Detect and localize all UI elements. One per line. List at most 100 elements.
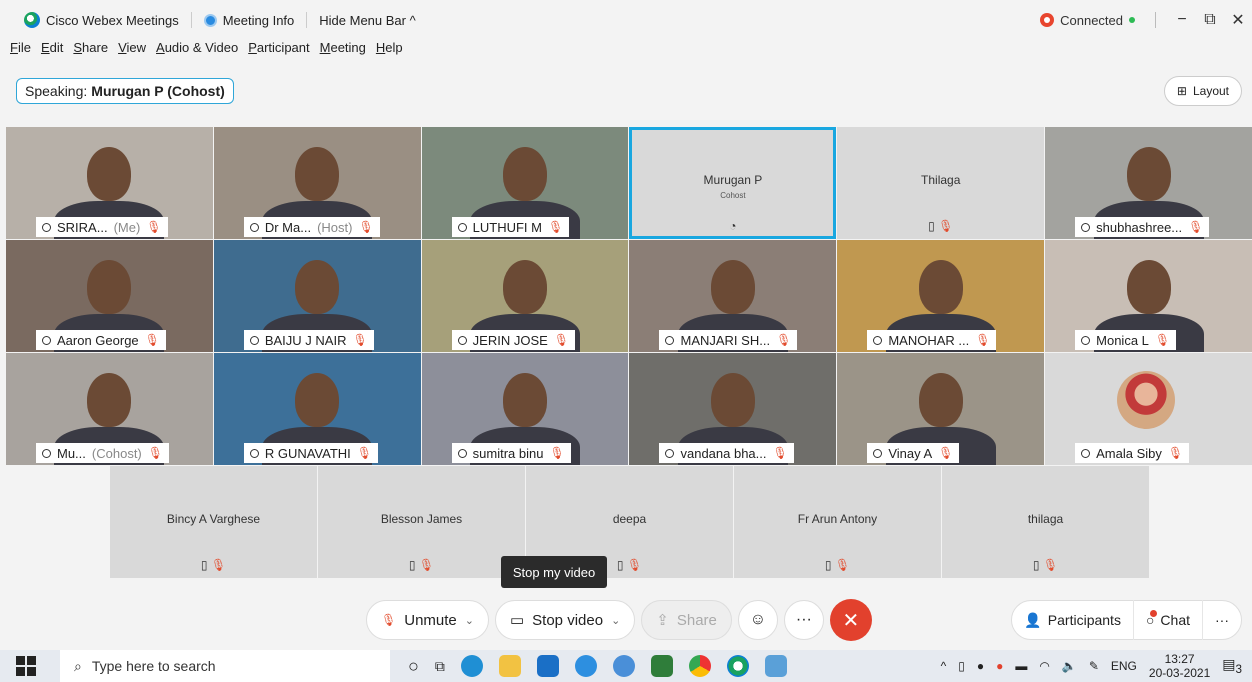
end-meeting-button[interactable]: ✕ xyxy=(829,599,872,641)
wifi-icon[interactable]: ◠ xyxy=(1039,659,1049,673)
restore-button[interactable]: ⧉ xyxy=(1196,11,1224,29)
participant-name-label: R GUNAVATHI 🎙 xyxy=(243,443,379,463)
webex-taskbar-icon[interactable] xyxy=(726,655,749,677)
meeting-info-button[interactable]: Meeting Info xyxy=(192,12,308,28)
chevron-down-icon[interactable]: ⌄ xyxy=(611,614,620,627)
participant-tile[interactable]: Monica L 🎙 xyxy=(1045,240,1252,352)
chat-button[interactable]: ○ Chat xyxy=(1134,600,1203,640)
mic-muted-icon: 🎙 xyxy=(548,220,564,234)
participant-video xyxy=(1126,147,1171,201)
participant-name-label: Dr Ma... (Host) 🎙 xyxy=(243,217,380,237)
grid-icon: ⊞ xyxy=(1176,84,1187,98)
webex-logo-icon xyxy=(24,12,40,28)
participants-button[interactable]: 👤 Participants xyxy=(1012,600,1134,640)
app-icon[interactable] xyxy=(764,655,787,677)
cortana-icon[interactable]: ○ xyxy=(408,656,419,677)
participant-name-label: MANJARI SH... 🎙 xyxy=(659,330,798,350)
pen-icon[interactable]: ✎ xyxy=(1089,659,1099,673)
participant-tile[interactable]: Vinay A 🎙 xyxy=(837,353,1045,465)
participant-name-label: Monica L 🎙 xyxy=(1075,330,1177,350)
participant-video xyxy=(87,373,132,427)
volume-icon[interactable]: 🔈 xyxy=(1062,659,1077,673)
participant-tile[interactable]: Bincy A Varghese ▯ 🎙 xyxy=(110,466,317,578)
participant-tile[interactable]: sumitra binu 🎙 xyxy=(421,353,629,465)
menu-participant[interactable]: Participant xyxy=(248,40,309,60)
language-indicator[interactable]: ENG xyxy=(1111,659,1137,673)
audio-status-icons: ▯ 🎙 xyxy=(837,219,1044,233)
audio-only-row: Bincy A Varghese ▯ 🎙 Blesson James ▯ 🎙 deepa… xyxy=(110,466,1149,578)
chrome-icon[interactable] xyxy=(688,655,711,677)
close-button[interactable]: ✕ xyxy=(1224,10,1252,30)
phone-icon: ▯ xyxy=(408,558,416,572)
reactions-button[interactable]: ☺ xyxy=(737,600,778,640)
network-app-icon[interactable] xyxy=(650,655,673,677)
menu-bar: File Edit Share View Audio & Video Parti… xyxy=(10,40,403,60)
participant-tile[interactable]: thilaga ▯ 🎙 xyxy=(942,466,1149,578)
webex-tray-icon[interactable]: ● xyxy=(996,659,1003,673)
chevron-down-icon[interactable]: ⌄ xyxy=(465,614,474,627)
chevron-up-icon[interactable]: ^ xyxy=(941,659,947,673)
participant-tile[interactable]: Mu... (Cohost) 🎙 xyxy=(6,353,213,465)
participant-tile[interactable]: Thilaga ▯ 🎙 xyxy=(837,127,1045,239)
phone-icon: ▯ xyxy=(200,558,208,572)
stop-video-button[interactable]: ▭ Stop video ⌄ xyxy=(494,600,636,640)
menu-meeting[interactable]: Meeting xyxy=(320,40,366,60)
participant-tile[interactable]: Dr Ma... (Host) 🎙 xyxy=(213,127,421,239)
tablet-icon[interactable]: ▯ xyxy=(958,659,965,673)
microphone-icon[interactable]: ● xyxy=(977,659,984,673)
participant-tile[interactable]: Fr Arun Antony ▯ 🎙 xyxy=(734,466,941,578)
more-options-button[interactable]: ··· xyxy=(783,600,824,640)
share-button[interactable]: ⇪ Share xyxy=(641,600,732,640)
search-icon: ⌕ xyxy=(74,657,82,674)
mic-muted-icon: 🎙 xyxy=(549,446,565,460)
mic-muted-icon: 🎙 xyxy=(418,558,435,572)
audio-status-icons: ◔ xyxy=(629,219,836,233)
minimize-button[interactable]: − xyxy=(1168,11,1196,29)
globe-icon[interactable] xyxy=(612,655,635,677)
clock[interactable]: 13:27 20-03-2021 xyxy=(1149,652,1210,680)
speaking-indicator: Speaking: Murugan P (Cohost) xyxy=(16,78,234,104)
participant-tile[interactable]: BAIJU J NAIR 🎙 xyxy=(213,240,421,352)
menu-edit[interactable]: Edit xyxy=(41,40,63,60)
participant-tile[interactable]: MANJARI SH... 🎙 xyxy=(629,240,837,352)
participant-video xyxy=(503,147,548,201)
menu-view[interactable]: View xyxy=(118,40,146,60)
camera-icon: ▭ xyxy=(509,612,525,629)
windows-start-icon[interactable] xyxy=(16,656,36,676)
headset-icon xyxy=(249,448,259,458)
layout-button[interactable]: ⊞ Layout xyxy=(1163,76,1242,106)
participant-tile[interactable]: shubhashree... 🎙 xyxy=(1045,127,1252,239)
unmute-button[interactable]: 🎙 Unmute ⌄ xyxy=(366,600,489,640)
menu-audio-video[interactable]: Audio & Video xyxy=(156,40,238,60)
connection-status[interactable]: Connected xyxy=(1040,13,1151,28)
participant-tile[interactable]: Aaron George 🎙 xyxy=(6,240,213,352)
participant-tile[interactable]: JERIN JOSE 🎙 xyxy=(421,240,629,352)
participant-tile[interactable]: SRIRA... (Me) 🎙 xyxy=(6,127,213,239)
video-row: SRIRA... (Me) 🎙 Dr Ma... (Host) 🎙 LUTHUFI M 🎙 Mu… xyxy=(6,127,1252,239)
file-explorer-icon[interactable] xyxy=(498,655,521,677)
hide-menu-bar-button[interactable]: Hide Menu Bar ^ xyxy=(307,12,427,28)
mic-muted-icon: 🎙 xyxy=(147,446,163,460)
participant-tile[interactable]: MANOHAR ... 🎙 xyxy=(837,240,1045,352)
mail-icon[interactable] xyxy=(536,655,559,677)
taskbar-search[interactable]: ⌕ Type here to search xyxy=(60,650,390,682)
participant-tile[interactable]: Blesson James ▯ 🎙 xyxy=(318,466,525,578)
menu-file[interactable]: File xyxy=(10,40,31,60)
participant-video xyxy=(295,260,340,314)
battery-icon[interactable]: ▬ xyxy=(1015,659,1027,673)
participant-tile[interactable]: R GUNAVATHI 🎙 xyxy=(213,353,421,465)
participant-tile[interactable]: Amala Siby 🎙 xyxy=(1045,353,1252,465)
menu-help[interactable]: Help xyxy=(376,40,403,60)
edge-icon[interactable] xyxy=(460,655,483,677)
more-panels-button[interactable]: ··· xyxy=(1203,600,1241,640)
browser-icon[interactable] xyxy=(574,655,597,677)
participant-role: Cohost xyxy=(720,191,746,200)
participant-tile[interactable]: Murugan P Cohost ◔ xyxy=(629,127,837,239)
menu-share[interactable]: Share xyxy=(73,40,108,60)
participant-tile[interactable]: vandana bha... 🎙 xyxy=(629,353,837,465)
participant-tile[interactable]: LUTHUFI M 🎙 xyxy=(421,127,629,239)
task-view-icon[interactable]: ⧉ xyxy=(435,658,445,675)
notifications-icon[interactable]: ▤3 xyxy=(1222,656,1242,676)
participant-video xyxy=(295,373,340,427)
participant-name: Thilaga xyxy=(921,173,961,187)
